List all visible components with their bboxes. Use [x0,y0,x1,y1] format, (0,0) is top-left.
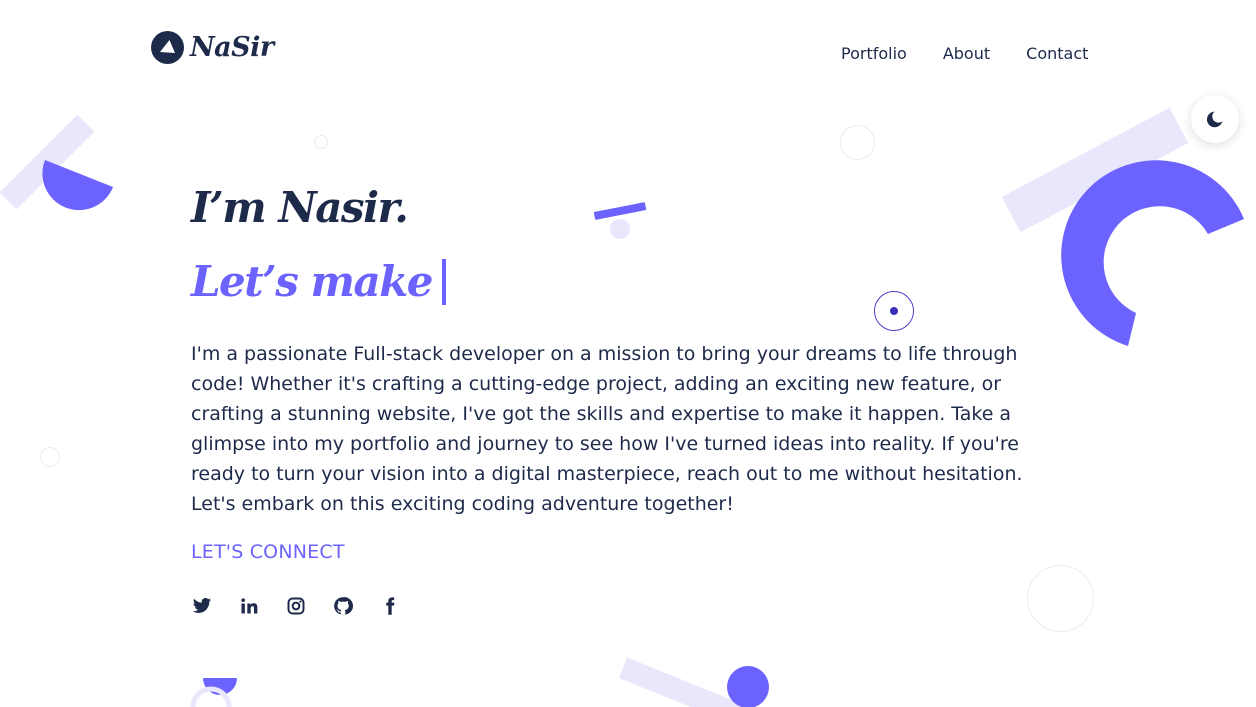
hero-heading: I’m Nasir. [191,183,409,232]
twitter-icon [192,597,211,613]
social-links [191,595,400,616]
instagram-icon [287,597,304,614]
decor-ring-small-2 [40,447,60,467]
moon-icon [1206,111,1223,128]
main-nav: Portfolio About Contact [841,44,1088,63]
logo-icon [151,31,184,64]
connect-label: LET'S CONNECT [191,541,345,563]
hero-description: I'm a passionate Full-stack developer on… [191,343,1023,515]
typed-text: Let’s make [191,257,434,306]
decor-ring-medium-1 [840,125,875,160]
instagram-link[interactable] [285,595,306,616]
twitter-link[interactable] [191,595,212,616]
decor-ring-large [1027,565,1094,632]
theme-toggle-button[interactable] [1191,95,1239,143]
facebook-icon [385,596,394,615]
decor-target-circle [874,291,914,331]
nav-item-contact[interactable]: Contact [1026,44,1088,63]
linkedin-link[interactable] [238,595,259,616]
decor-dot-lavender [610,219,630,239]
nav-item-portfolio[interactable]: Portfolio [841,44,907,63]
decor-dot-purple-bottom [727,666,769,707]
decor-stick-center [593,202,647,220]
decor-half-circle-bottom-left [190,678,237,707]
github-link[interactable] [332,595,353,616]
linkedin-icon [240,597,257,613]
typing-cursor [442,258,447,305]
logo-text: NaSir [190,32,274,63]
decor-half-circle-top-left [42,160,113,211]
page: NaSir Portfolio About Contact I’m Nasir.… [0,0,1256,707]
facebook-link[interactable] [379,595,400,616]
nav-item-about[interactable]: About [943,44,990,63]
github-icon [333,596,353,615]
decor-ring-small-1 [314,135,328,149]
hero-typed-line: Let’s make [191,257,447,306]
decor-arc-right [1061,160,1244,346]
logo[interactable]: NaSir [151,31,274,64]
